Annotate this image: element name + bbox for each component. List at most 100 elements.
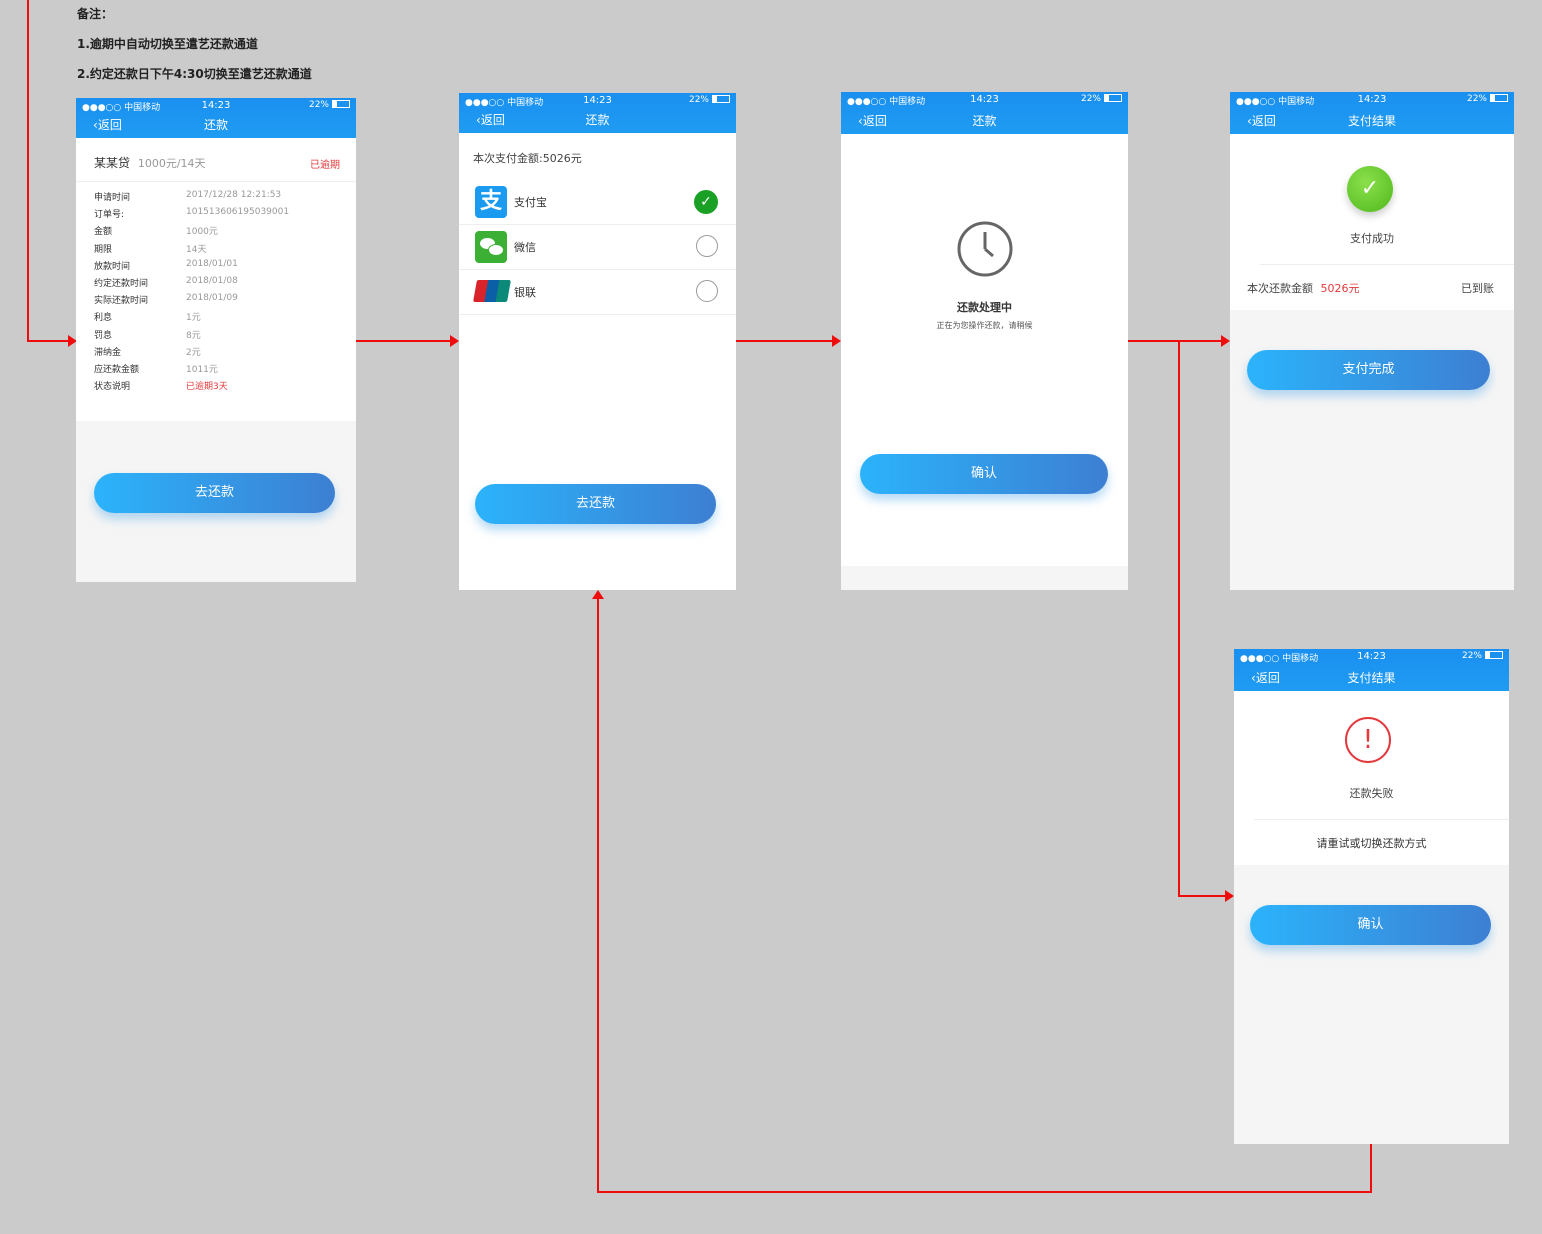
- alipay-icon: 支: [475, 186, 507, 218]
- detail-value: 14天: [186, 244, 207, 255]
- detail-label: 状态说明: [94, 382, 131, 393]
- clock-icon: [957, 221, 1013, 277]
- notes-block: 备注： 1.逾期中自动切换至遣艺还款通道 2.约定还款日下午4:30切换至遣艺还…: [77, 6, 312, 96]
- divider: [1260, 264, 1514, 265]
- success-check-icon: ✓: [1347, 166, 1393, 212]
- detail-value: 101513606195039001: [186, 207, 290, 218]
- radio-unselected-icon[interactable]: [696, 235, 718, 257]
- unionpay-icon: [473, 280, 511, 302]
- repay-button[interactable]: 去还款: [475, 484, 716, 524]
- success-status: 支付成功: [1350, 232, 1394, 245]
- flow-arrow: [450, 335, 459, 347]
- battery-percent: 22%: [688, 95, 709, 105]
- screen-processing: ●●●○○ 中国移动 14:23 22% ‹返回 还款 还款处理中 正在为您操作…: [841, 92, 1128, 590]
- battery-icon: [1485, 651, 1503, 659]
- amount-row: 本次还款金额 5026元: [1247, 280, 1360, 296]
- detail-value: 2018/01/01: [186, 258, 238, 269]
- detail-row: 罚息 8元: [94, 328, 354, 342]
- pay-amount-text: 本次支付金额:5026元: [473, 152, 582, 165]
- page-title: 还款: [203, 118, 228, 132]
- detail-row: 滞纳金 2元: [94, 345, 354, 359]
- arrival-state: 已到账: [1461, 282, 1494, 295]
- battery-percent: 22%: [1461, 651, 1482, 661]
- flow-line: [1128, 340, 1222, 342]
- page-title: 还款: [972, 114, 997, 128]
- confirm-button[interactable]: 确认: [860, 454, 1108, 494]
- battery-indicator: 22%: [1467, 94, 1508, 104]
- pay-method-unionpay[interactable]: 银联: [459, 270, 736, 315]
- wechat-icon: [475, 231, 507, 263]
- detail-label: 期限: [94, 244, 113, 255]
- battery-percent: 22%: [1080, 94, 1101, 104]
- flow-line: [1178, 895, 1226, 897]
- detail-label: 实际还款时间: [94, 296, 149, 307]
- loan-card: 某某贷 1000元/14天 已逾期 申请时间 2017/12/28 12:21:5…: [76, 138, 356, 421]
- flow-line: [597, 598, 599, 1193]
- screen-repayment-detail: ●●●○○ 中国移动 14:23 22% ‹返回 还款 某某贷 1000元/14…: [76, 98, 356, 582]
- warning-icon: !: [1345, 717, 1391, 763]
- battery-indicator: 22%: [1081, 94, 1122, 104]
- flow-arrow: [1225, 890, 1234, 902]
- processing-status: 还款处理中: [957, 301, 1012, 314]
- overdue-badge: 已逾期: [310, 160, 340, 171]
- page-title: 支付结果: [1347, 671, 1396, 685]
- detail-row: 放款时间 2018/01/01: [94, 259, 354, 273]
- detail-row: 金额 1000元: [94, 224, 354, 238]
- page-title: 还款: [585, 113, 610, 127]
- detail-row: 利息 1元: [94, 310, 354, 324]
- detail-value: 已逾期3天: [186, 382, 228, 393]
- detail-label: 金额: [94, 227, 113, 238]
- amount-value: 5026元: [1320, 282, 1360, 295]
- flow-line: [1178, 340, 1180, 897]
- flow-line: [27, 340, 69, 342]
- flow-line: [736, 340, 833, 342]
- detail-row: 期限 14天: [94, 242, 354, 256]
- flow-line: [597, 1191, 1372, 1193]
- battery-icon: [712, 95, 730, 103]
- battery-indicator: 22%: [309, 100, 350, 110]
- battery-icon: [332, 100, 350, 108]
- detail-value: 2017/12/28 12:21:53: [186, 190, 282, 200]
- divider: [76, 181, 356, 182]
- status-nav-bar: ●●●○○ 中国移动 14:23 22% ‹返回 还款: [459, 93, 736, 133]
- flow-line: [27, 0, 29, 342]
- detail-value: 2018/01/09: [186, 293, 238, 304]
- pay-method-wechat[interactable]: 微信: [459, 225, 736, 270]
- detail-label: 约定还款时间: [94, 279, 149, 289]
- processing-card: 还款处理中 正在为您操作还款，请稍候: [841, 134, 1128, 566]
- failure-card: ! 还款失败 请重试或切换还款方式: [1234, 691, 1509, 865]
- detail-value: 2元: [186, 347, 201, 358]
- detail-value: 2018/01/08: [186, 276, 238, 286]
- pay-method-alipay[interactable]: 支 支付宝 ✓: [459, 180, 736, 225]
- confirm-button[interactable]: 确认: [1250, 905, 1491, 945]
- detail-label: 订单号:: [94, 210, 125, 221]
- detail-row: 订单号: 101513606195039001: [94, 207, 354, 221]
- battery-indicator: 22%: [689, 95, 730, 105]
- detail-label: 放款时间: [94, 261, 131, 272]
- detail-value: 1000元: [186, 227, 218, 238]
- radio-unselected-icon[interactable]: [696, 280, 718, 302]
- status-nav-bar: ●●●○○ 中国移动 14:23 22% ‹返回 还款: [841, 92, 1128, 134]
- flow-line: [356, 340, 451, 342]
- detail-row: 应还款金额 1011元: [94, 362, 354, 376]
- amount-label: 本次还款金额: [1247, 282, 1313, 295]
- battery-percent: 22%: [1466, 94, 1487, 104]
- flow-line: [1370, 1144, 1372, 1193]
- battery-icon: [1490, 94, 1508, 102]
- payment-complete-button[interactable]: 支付完成: [1247, 350, 1490, 390]
- screen-payment-success: ●●●○○ 中国移动 14:23 22% ‹返回 支付结果 ✓ 支付成功 本次还…: [1230, 92, 1514, 590]
- loan-name: 某某贷: [94, 156, 131, 170]
- processing-subtitle: 正在为您操作还款，请稍候: [936, 321, 1033, 330]
- loan-amount: 1000元/14天: [137, 157, 206, 170]
- detail-label: 利息: [94, 313, 113, 324]
- detail-value: 8元: [186, 330, 201, 341]
- repay-button[interactable]: 去还款: [94, 473, 335, 513]
- flow-arrow: [1221, 335, 1230, 347]
- failure-hint: 请重试或切换还款方式: [1316, 837, 1427, 850]
- failure-status: 还款失败: [1349, 787, 1394, 800]
- wechat-bubble-icon: [488, 244, 504, 256]
- check-selected-icon[interactable]: ✓: [694, 190, 718, 214]
- flow-arrow: [592, 590, 604, 599]
- detail-label: 罚息: [94, 330, 113, 341]
- detail-row: 约定还款时间 2018/01/08: [94, 276, 354, 290]
